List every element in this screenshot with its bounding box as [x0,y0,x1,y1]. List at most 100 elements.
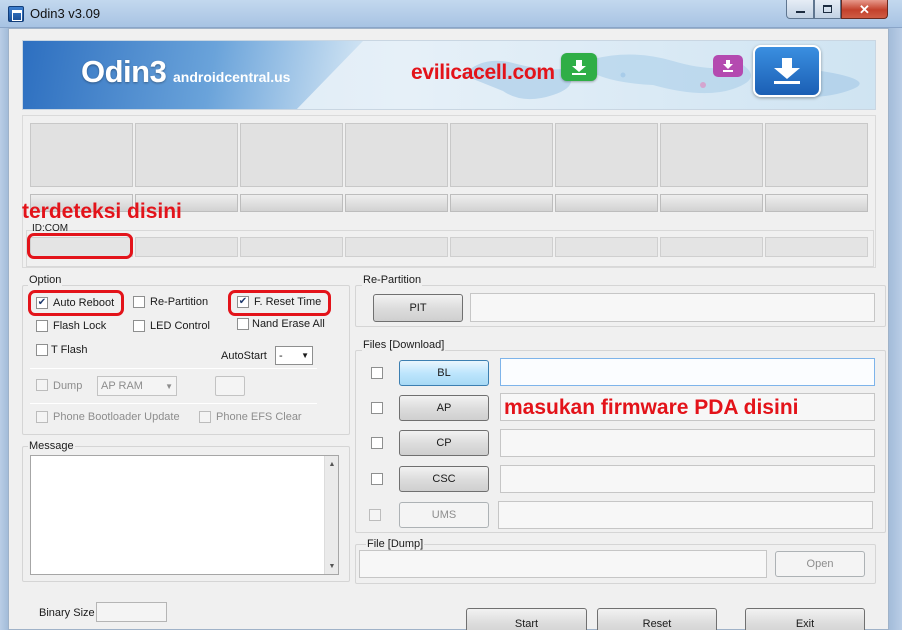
maximize-button[interactable] [814,0,841,19]
scroll-up-arrow-icon[interactable]: ▲ [325,456,339,472]
flash-lock-label: Flash Lock [53,320,107,332]
window-frame-left [0,28,8,630]
odin3-logo: Odin3 [81,54,167,89]
port-progress-bar [240,194,343,212]
port-box [660,123,763,187]
dump-type-select[interactable]: AP RAM ▼ [97,376,177,396]
ums-button[interactable]: UMS [399,502,489,528]
csc-button[interactable]: CSC [399,466,489,492]
id-com-field [765,237,868,257]
annotation-insert-firmware: masukan firmware PDA disini [504,396,799,419]
t-flash-checkbox[interactable] [36,344,48,356]
maximize-icon [823,5,832,13]
ums-checkbox[interactable] [369,509,381,521]
minimize-button[interactable] [786,0,814,19]
port-box [240,123,343,187]
port-progress-bar [555,194,658,212]
ap-checkbox[interactable] [371,402,383,414]
annotation-ring-id-com [27,233,133,259]
led-control-checkbox[interactable] [133,320,145,332]
cp-path-field[interactable] [500,429,875,457]
exit-button[interactable]: Exit [745,608,865,630]
port-box [555,123,658,187]
odin-banner: Odin3 androidcentral.us evilicacell.com [22,40,876,110]
chevron-down-icon: ▼ [165,381,173,391]
id-com-field [240,237,343,257]
scroll-down-arrow-icon[interactable]: ▼ [325,558,339,574]
message-group-title: Message [28,440,75,452]
autostart-label: AutoStart [221,350,267,362]
binary-size-field [96,602,167,622]
odin-app-icon [8,6,24,22]
window-frame-right [889,28,902,630]
close-icon: ✕ [859,1,870,17]
phone-efs-clear-checkbox[interactable] [199,411,211,423]
annotation-detected-here: terdeteksi disini [22,200,182,223]
bl-button[interactable]: BL [399,360,489,386]
port-box [765,123,868,187]
re-partition-label: Re-Partition [150,296,209,308]
ap-button[interactable]: AP [399,395,489,421]
download-bubble-green-icon [561,53,597,81]
ums-path-field[interactable] [498,501,873,529]
message-scrollbar[interactable]: ▲ ▼ [324,456,338,574]
bl-path-field[interactable] [500,358,875,386]
autostart-select[interactable]: - ▼ [275,346,313,365]
file-dump-title: File [Dump] [366,538,425,550]
t-flash-label: T Flash [51,344,88,356]
dump-value-field[interactable] [215,376,245,396]
id-com-field [345,237,448,257]
watermark-text: evilicacell.com [411,61,555,84]
port-progress-bar [765,194,868,212]
pit-path-field[interactable] [470,293,875,322]
message-log[interactable] [30,455,339,575]
id-com-field [135,237,238,257]
annotation-ring-auto-reboot [28,290,124,316]
led-control-label: LED Control [150,320,210,332]
csc-path-field[interactable] [500,465,875,493]
phone-bootloader-update-checkbox[interactable] [36,411,48,423]
dump-checkbox[interactable] [36,379,48,391]
cp-checkbox[interactable] [371,437,383,449]
reset-button[interactable]: Reset [597,608,717,630]
re-partition-checkbox[interactable] [133,296,145,308]
cp-button[interactable]: CP [399,430,489,456]
id-com-field [450,237,553,257]
window-title: Odin3 v3.09 [30,6,101,21]
files-download-title: Files [Download] [362,339,446,351]
option-group-title: Option [28,274,63,286]
open-button[interactable]: Open [775,551,865,577]
id-com-field [660,237,763,257]
id-com-field [555,237,658,257]
close-button[interactable]: ✕ [841,0,888,19]
download-bubble-purple-icon [713,55,743,77]
annotation-ring-f-reset-time [228,290,331,316]
port-progress-bar [345,194,448,212]
port-progress-bar [450,194,553,212]
pit-button[interactable]: PIT [373,294,463,322]
banner-site-text: androidcentral.us [173,69,291,85]
dump-path-field[interactable] [359,550,767,578]
bl-checkbox[interactable] [371,367,383,379]
option-separator [30,368,317,369]
port-box [345,123,448,187]
csc-checkbox[interactable] [371,473,383,485]
repartition-group-title: Re-Partition [362,274,423,286]
flash-lock-checkbox[interactable] [36,320,48,332]
port-box [30,123,133,187]
nand-erase-all-label: Nand Erase All [252,318,325,330]
autostart-value: - [279,349,283,362]
start-button[interactable]: Start [466,608,587,630]
download-bubble-blue-icon [753,45,821,97]
nand-erase-all-checkbox[interactable] [237,318,249,330]
phone-efs-clear-label: Phone EFS Clear [216,411,302,423]
binary-size-label: Binary Size [39,607,95,619]
phone-bootloader-update-label: Phone Bootloader Update [53,411,180,423]
title-bar[interactable]: Odin3 v3.09 [0,0,902,28]
dump-type-value: AP RAM [101,380,143,392]
minimize-icon [795,11,805,13]
port-progress-bar [660,194,763,212]
chevron-down-icon: ▼ [301,351,309,360]
dump-label: Dump [53,380,83,392]
port-box [135,123,238,187]
